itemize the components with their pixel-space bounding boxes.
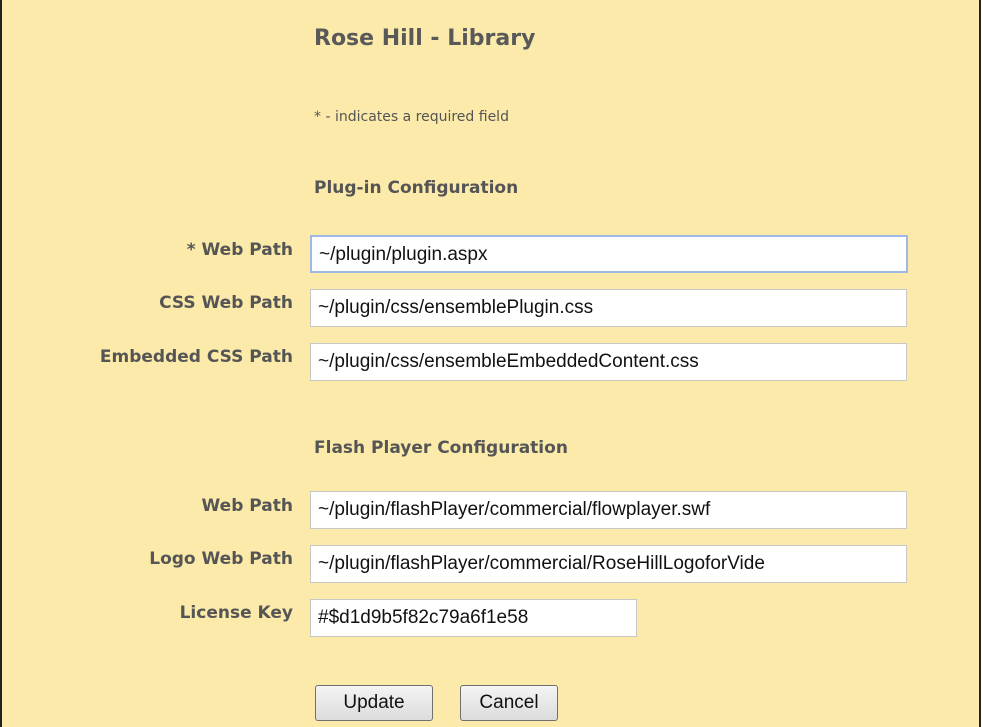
flash-web-path-input[interactable]: ~/plugin/flashPlayer/commercial/flowplay…	[310, 491, 907, 529]
page-title: Rose Hill - Library	[314, 26, 536, 51]
logo-web-path-label: Logo Web Path	[149, 549, 293, 569]
plugin-config-heading: Plug-in Configuration	[314, 178, 519, 198]
update-button[interactable]: Update	[315, 685, 433, 721]
logo-web-path-input[interactable]: ~/plugin/flashPlayer/commercial/RoseHill…	[310, 545, 907, 583]
license-key-label: License Key	[179, 603, 293, 623]
css-web-path-label: CSS Web Path	[159, 293, 293, 313]
cancel-button[interactable]: Cancel	[460, 685, 558, 721]
embedded-css-path-label: Embedded CSS Path	[99, 347, 293, 367]
required-field-note: * - indicates a required field	[314, 109, 509, 125]
web-path-input[interactable]: ~/plugin/plugin.aspx	[310, 235, 908, 273]
css-web-path-input[interactable]: ~/plugin/css/ensemblePlugin.css	[310, 289, 907, 327]
flash-config-heading: Flash Player Configuration	[314, 438, 568, 458]
license-key-input[interactable]: #$d1d9b5f82c79a6f1e58	[310, 599, 637, 637]
web-path-label: * Web Path	[186, 240, 293, 260]
settings-panel: Rose Hill - Library * - indicates a requ…	[0, 0, 981, 727]
flash-web-path-label: Web Path	[201, 496, 293, 516]
embedded-css-path-input[interactable]: ~/plugin/css/ensembleEmbeddedContent.css	[310, 343, 907, 381]
